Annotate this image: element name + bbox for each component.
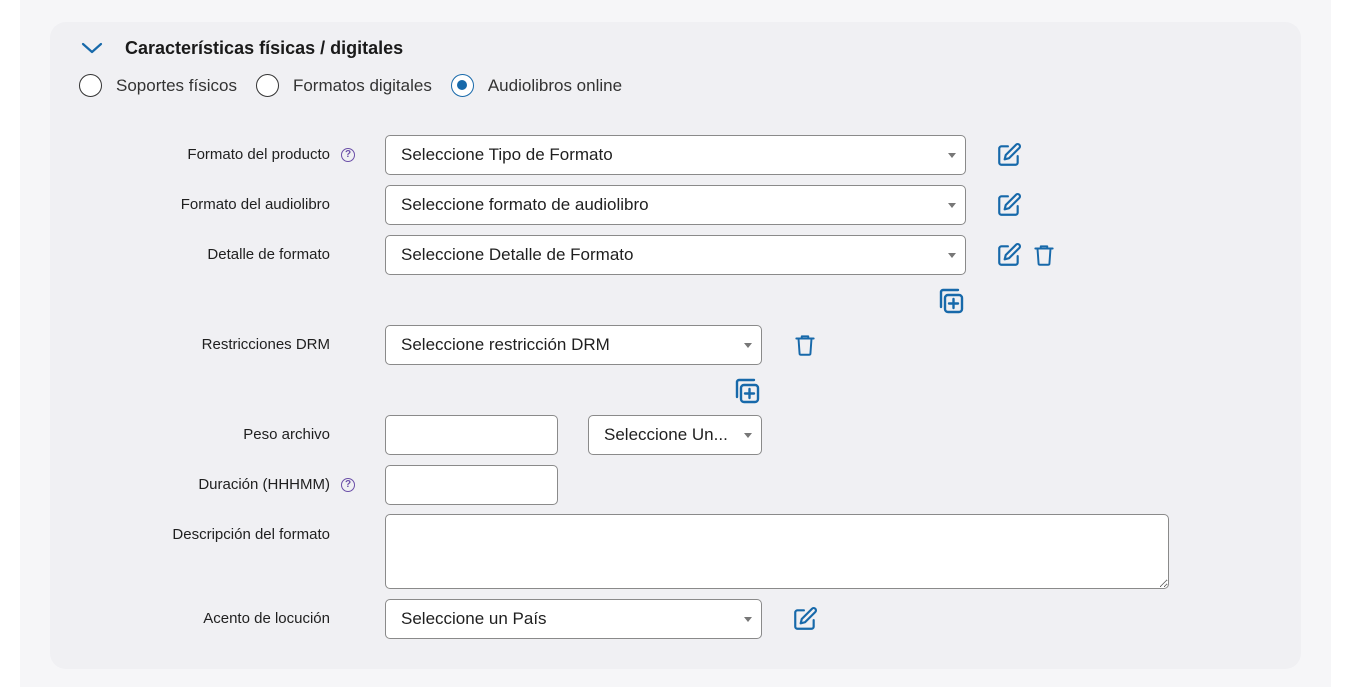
label-descripcion-formato: Descripción del formato — [172, 526, 330, 543]
label-detalle-formato: Detalle de formato — [207, 246, 330, 263]
select-detalle-formato[interactable]: Seleccione Detalle de Formato — [385, 235, 966, 275]
caret-down-icon — [744, 433, 752, 438]
label-formato-producto: Formato del producto — [187, 146, 330, 163]
label-peso-archivo: Peso archivo — [243, 426, 330, 443]
select-value: Seleccione Tipo de Formato — [401, 145, 613, 164]
trash-icon[interactable] — [1031, 242, 1057, 268]
caret-down-icon — [948, 253, 956, 258]
select-peso-unidad[interactable]: Seleccione Un... — [588, 415, 762, 455]
section-header[interactable]: Características físicas / digitales — [80, 34, 403, 62]
chevron-down-icon[interactable] — [80, 36, 104, 60]
trash-icon[interactable] — [792, 332, 818, 358]
radio-circle[interactable] — [255, 74, 279, 97]
add-copy-icon[interactable] — [935, 285, 967, 317]
radio-soportes-fisicos[interactable]: Soportes físicos — [79, 74, 237, 97]
section-title: Características físicas / digitales — [125, 37, 404, 58]
radio-label: Formatos digitales — [292, 75, 432, 95]
descripcion-formato-textarea[interactable] — [385, 514, 1169, 589]
select-value: Seleccione un País — [401, 609, 547, 628]
select-formato-audiolibro[interactable]: Seleccione formato de audiolibro — [385, 185, 966, 225]
select-value: Seleccione Detalle de Formato — [401, 245, 634, 264]
caret-down-icon — [948, 153, 956, 158]
caret-down-icon — [744, 617, 752, 622]
caret-down-icon — [744, 343, 752, 348]
add-copy-icon[interactable] — [731, 375, 763, 407]
select-value: Seleccione restricción DRM — [401, 335, 610, 354]
edit-icon[interactable] — [996, 242, 1022, 268]
radio-audiolibros-online[interactable]: Audiolibros online — [450, 74, 623, 97]
select-acento-locucion[interactable]: Seleccione un País — [385, 599, 762, 639]
duracion-input[interactable] — [385, 465, 558, 505]
label-acento-locucion: Acento de locución — [203, 610, 330, 627]
caret-down-icon — [948, 203, 956, 208]
select-formato-producto[interactable]: Seleccione Tipo de Formato — [385, 135, 966, 175]
radio-circle-selected[interactable] — [450, 74, 474, 97]
label-duracion: Duración (HHHMM) — [198, 476, 330, 493]
format-type-radio-group: Soportes físicos Formatos digitales Audi… — [79, 74, 641, 97]
edit-icon[interactable] — [996, 142, 1022, 168]
peso-archivo-input[interactable] — [385, 415, 558, 455]
radio-label: Audiolibros online — [487, 75, 623, 95]
help-icon[interactable]: ? — [341, 478, 355, 492]
label-restricciones-drm: Restricciones DRM — [201, 336, 330, 353]
radio-formatos-digitales[interactable]: Formatos digitales — [255, 74, 432, 97]
edit-icon[interactable] — [792, 606, 818, 632]
select-value: Seleccione Un... — [604, 425, 728, 444]
label-formato-audiolibro: Formato del audiolibro — [180, 196, 330, 213]
edit-icon[interactable] — [996, 192, 1022, 218]
radio-label: Soportes físicos — [116, 75, 237, 95]
select-value: Seleccione formato de audiolibro — [401, 195, 649, 214]
select-restricciones-drm[interactable]: Seleccione restricción DRM — [385, 325, 762, 365]
help-icon[interactable]: ? — [341, 148, 355, 162]
radio-circle[interactable] — [79, 74, 102, 97]
